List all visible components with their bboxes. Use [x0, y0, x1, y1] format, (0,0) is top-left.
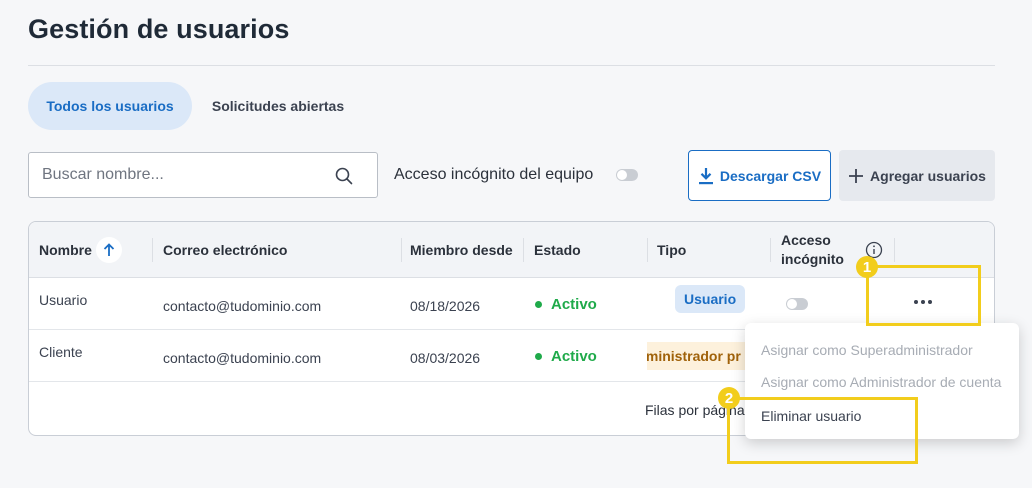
tab-open-requests[interactable]: Solicitudes abiertas: [200, 82, 356, 130]
team-incognito-toggle[interactable]: [616, 169, 638, 181]
column-header-status: Estado: [534, 242, 581, 258]
column-divider: [152, 238, 153, 262]
tab-all-users[interactable]: Todos los usuarios: [28, 82, 192, 130]
column-divider: [770, 238, 771, 262]
menu-item-assign-account-admin[interactable]: Asignar como Administrador de cuenta: [761, 374, 1001, 390]
add-users-button[interactable]: Agregar usuarios: [839, 150, 995, 201]
sort-button[interactable]: [95, 237, 122, 263]
download-icon: [698, 167, 713, 184]
user-email: contacto@tudominio.com: [163, 350, 322, 366]
column-header-type: Tipo: [657, 242, 687, 258]
status-label: Activo: [551, 296, 597, 313]
status-dot: [535, 301, 542, 308]
search-box: [28, 152, 378, 198]
status-badge: Activo: [535, 296, 597, 313]
column-divider: [647, 238, 648, 262]
user-name: Cliente: [39, 344, 83, 360]
arrow-up-icon: [103, 243, 115, 256]
column-incognito-line1: Acceso: [781, 232, 831, 248]
type-label: lministrador pr: [647, 348, 741, 364]
user-name: Usuario: [39, 292, 88, 308]
page-title: Gestión de usuarios: [28, 14, 290, 44]
status-badge: Activo: [535, 348, 597, 365]
member-since: 08/03/2026: [410, 350, 481, 366]
menu-item-assign-superadmin[interactable]: Asignar como Superadministrador: [761, 342, 973, 358]
column-divider: [523, 238, 524, 262]
status-label: Activo: [551, 348, 597, 365]
user-incognito-toggle[interactable]: [786, 298, 808, 310]
step-badge: 1: [856, 256, 878, 278]
highlight-box-delete-user: [727, 397, 918, 464]
add-users-label: Agregar usuarios: [870, 167, 986, 184]
column-incognito-line2: incógnito: [781, 251, 844, 267]
column-name-label: Nombre: [39, 242, 92, 258]
member-since: 08/18/2026: [410, 298, 481, 314]
team-incognito-label: Acceso incógnito del equipo: [394, 166, 594, 183]
column-header-email: Correo electrónico: [163, 242, 288, 258]
highlight-box-more-options: [866, 265, 981, 326]
status-dot: [535, 353, 542, 360]
step-badge: 2: [718, 387, 740, 409]
column-header-incognito: Acceso incógnito: [781, 222, 844, 278]
column-header-member-since: Miembro desde: [410, 242, 513, 258]
title-divider: [28, 65, 995, 66]
search-input[interactable]: [29, 153, 377, 197]
type-label: Usuario: [675, 285, 746, 313]
column-header-name: Nombre: [39, 222, 122, 278]
column-divider: [894, 238, 895, 262]
column-divider: [401, 238, 402, 262]
type-badge: Usuario: [675, 285, 746, 313]
search-icon[interactable]: [335, 167, 353, 185]
user-email: contacto@tudominio.com: [163, 298, 322, 314]
download-csv-label: Descargar CSV: [719, 167, 822, 184]
plus-icon: [849, 168, 864, 183]
table-header: Nombre Correo electrónico Miembro desde …: [29, 222, 994, 278]
download-csv-button[interactable]: Descargar CSV: [688, 150, 831, 201]
